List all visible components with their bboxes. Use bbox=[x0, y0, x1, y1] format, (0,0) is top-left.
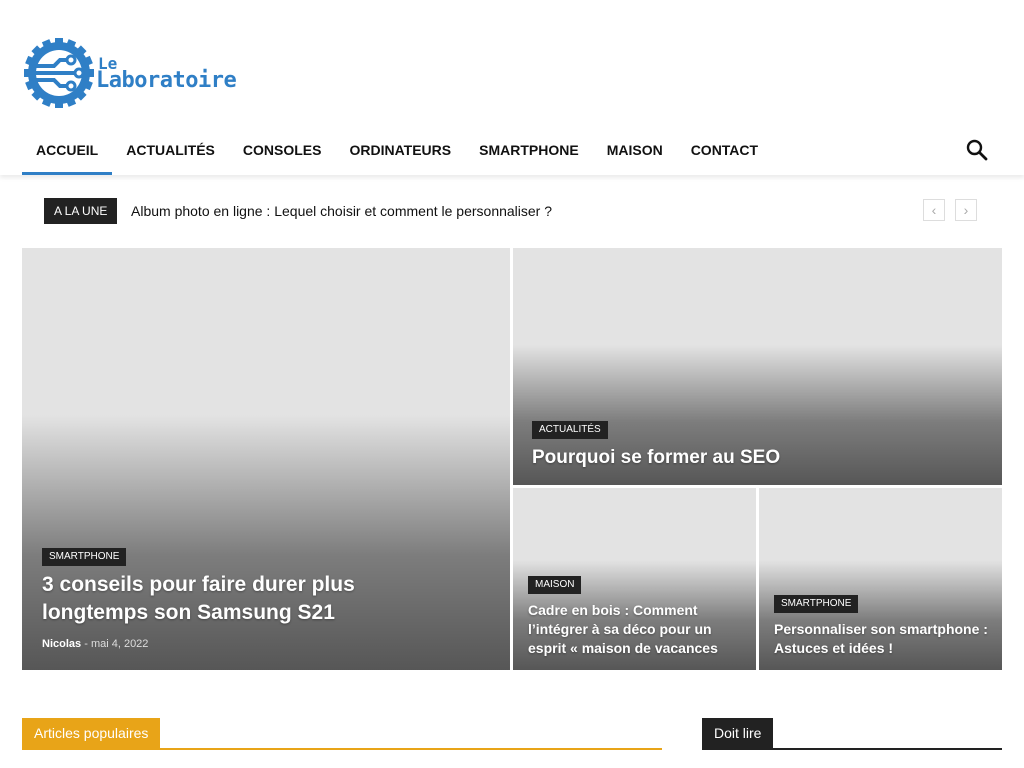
article-title[interactable]: Cadre en bois : Comment l’intégrer à sa … bbox=[528, 601, 748, 658]
featured-bottom-left-card[interactable]: MAISON Cadre en bois : Comment l’intégre… bbox=[513, 488, 756, 670]
featured-bottom-right-card[interactable]: SMARTPHONE Personnaliser son smartphone … bbox=[759, 488, 1002, 670]
section-title: Doit lire bbox=[702, 718, 774, 748]
article-title[interactable]: Pourquoi se former au SEO bbox=[532, 445, 972, 471]
nav-item-maison[interactable]: MAISON bbox=[593, 125, 677, 175]
category-badge[interactable]: ACTUALITÉS bbox=[532, 421, 608, 439]
site-logo[interactable]: Le Laboratoire bbox=[24, 38, 254, 108]
nav-item-contact[interactable]: CONTACT bbox=[677, 125, 772, 175]
category-badge[interactable]: SMARTPHONE bbox=[774, 595, 859, 613]
ticker-label: A LA UNE bbox=[44, 198, 118, 224]
category-badge[interactable]: MAISON bbox=[528, 576, 582, 594]
search-icon bbox=[966, 139, 988, 161]
main-nav: ACCUEIL ACTUALITÉS CONSOLES ORDINATEURS … bbox=[22, 125, 772, 175]
ticker-headline[interactable]: Album photo en ligne : Lequel choisir et… bbox=[131, 198, 552, 224]
nav-item-actualites[interactable]: ACTUALITÉS bbox=[112, 125, 229, 175]
featured-top-right-card[interactable]: ACTUALITÉS Pourquoi se former au SEO bbox=[513, 248, 1002, 485]
must-read-header: Doit lire bbox=[702, 718, 1002, 750]
article-title[interactable]: 3 conseils pour faire durer plus longtem… bbox=[42, 571, 462, 627]
section-title: Articles populaires bbox=[22, 718, 161, 748]
popular-articles-header: Articles populaires bbox=[22, 718, 662, 750]
meta-separator: - bbox=[84, 638, 88, 650]
ticker-next-button[interactable]: › bbox=[955, 199, 977, 221]
chevron-left-icon: ‹ bbox=[931, 202, 937, 218]
nav-item-consoles[interactable]: CONSOLES bbox=[229, 125, 336, 175]
ticker-prev-button[interactable]: ‹ bbox=[923, 199, 945, 221]
featured-main-card[interactable]: SMARTPHONE 3 conseils pour faire durer p… bbox=[22, 248, 510, 670]
article-meta: Nicolas - mai 4, 2022 bbox=[42, 638, 148, 650]
news-ticker: A LA UNE Album photo en ligne : Lequel c… bbox=[44, 198, 980, 224]
chevron-right-icon: › bbox=[963, 202, 969, 218]
article-author[interactable]: Nicolas bbox=[42, 638, 81, 650]
site-header: Le Laboratoire ACCUEIL ACTUALITÉS CONSOL… bbox=[0, 0, 1024, 175]
search-button[interactable] bbox=[964, 137, 990, 163]
nav-item-smartphone[interactable]: SMARTPHONE bbox=[465, 125, 593, 175]
article-title[interactable]: Personnaliser son smartphone : Astuces e… bbox=[774, 620, 994, 658]
nav-item-ordinateurs[interactable]: ORDINATEURS bbox=[335, 125, 465, 175]
image-overlay bbox=[22, 415, 510, 670]
article-date: mai 4, 2022 bbox=[90, 638, 149, 650]
gear-logo-icon bbox=[24, 38, 94, 108]
category-badge[interactable]: SMARTPHONE bbox=[42, 548, 127, 566]
nav-item-accueil[interactable]: ACCUEIL bbox=[22, 125, 113, 175]
logo-wordmark: Laboratoire bbox=[96, 68, 237, 93]
